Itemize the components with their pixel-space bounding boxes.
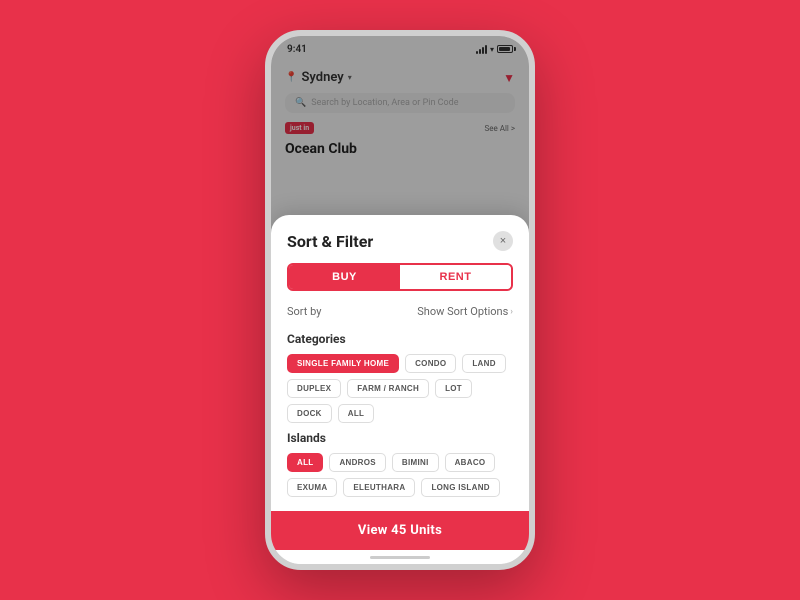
island-chip-eleuthara[interactable]: ELEUTHARA xyxy=(343,478,415,497)
island-chip-abaco[interactable]: ABACO xyxy=(445,453,496,472)
islands-chips: ALL ANDROS BIMINI ABACO EXUMA ELEUTHARA LONG I… xyxy=(287,453,513,497)
modal-header: Sort & Filter × xyxy=(287,231,513,251)
categories-chips: SINGLE FAMILY HOME CONDO LAND DUPLEX FARM / … xyxy=(287,354,513,423)
sort-options-chevron-icon: › xyxy=(510,307,513,317)
phone-frame: 9:41 ▾ 📍 Sydney ▾ ▼ 🔍 Search by Location… xyxy=(265,30,535,570)
category-chip-all[interactable]: ALL xyxy=(338,404,374,423)
sort-options-text: Show Sort Options xyxy=(417,305,508,318)
category-chip-land[interactable]: LAND xyxy=(462,354,505,373)
sort-filter-modal: Sort & Filter × BUY RENT Sort by Show So… xyxy=(271,215,529,564)
view-units-button[interactable]: View 45 Units xyxy=(283,523,517,538)
show-sort-options-link[interactable]: Show Sort Options › xyxy=(417,305,513,318)
islands-title: Islands xyxy=(287,431,513,445)
modal-overlay: Sort & Filter × BUY RENT Sort by Show So… xyxy=(271,36,529,564)
island-chip-andros[interactable]: ANDROS xyxy=(329,453,385,472)
home-bar xyxy=(370,556,430,559)
category-chip-lot[interactable]: LOT xyxy=(435,379,472,398)
island-chip-exuma[interactable]: EXUMA xyxy=(287,478,337,497)
island-chip-long-island[interactable]: LONG ISLAND xyxy=(421,478,499,497)
category-chip-condo[interactable]: CONDO xyxy=(405,354,456,373)
close-button[interactable]: × xyxy=(493,231,513,251)
sort-row: Sort by Show Sort Options › xyxy=(287,305,513,318)
category-chip-single-family-home[interactable]: SINGLE FAMILY HOME xyxy=(287,354,399,373)
modal-title: Sort & Filter xyxy=(287,232,373,251)
category-chip-dock[interactable]: DOCK xyxy=(287,404,332,423)
buy-tab[interactable]: BUY xyxy=(289,265,400,289)
rent-tab[interactable]: RENT xyxy=(400,265,511,289)
buy-rent-toggle: BUY RENT xyxy=(287,263,513,291)
sort-by-label: Sort by xyxy=(287,305,321,318)
category-chip-farm-/-ranch[interactable]: FARM / RANCH xyxy=(347,379,429,398)
islands-section: Islands ALL ANDROS BIMINI ABACO EXUMA ELEUTHA… xyxy=(287,431,513,497)
island-chip-all[interactable]: ALL xyxy=(287,453,323,472)
view-units-container: View 45 Units xyxy=(271,511,529,550)
island-chip-bimini[interactable]: BIMINI xyxy=(392,453,439,472)
home-indicator xyxy=(287,550,513,564)
category-chip-duplex[interactable]: DUPLEX xyxy=(287,379,341,398)
categories-title: Categories xyxy=(287,332,513,346)
